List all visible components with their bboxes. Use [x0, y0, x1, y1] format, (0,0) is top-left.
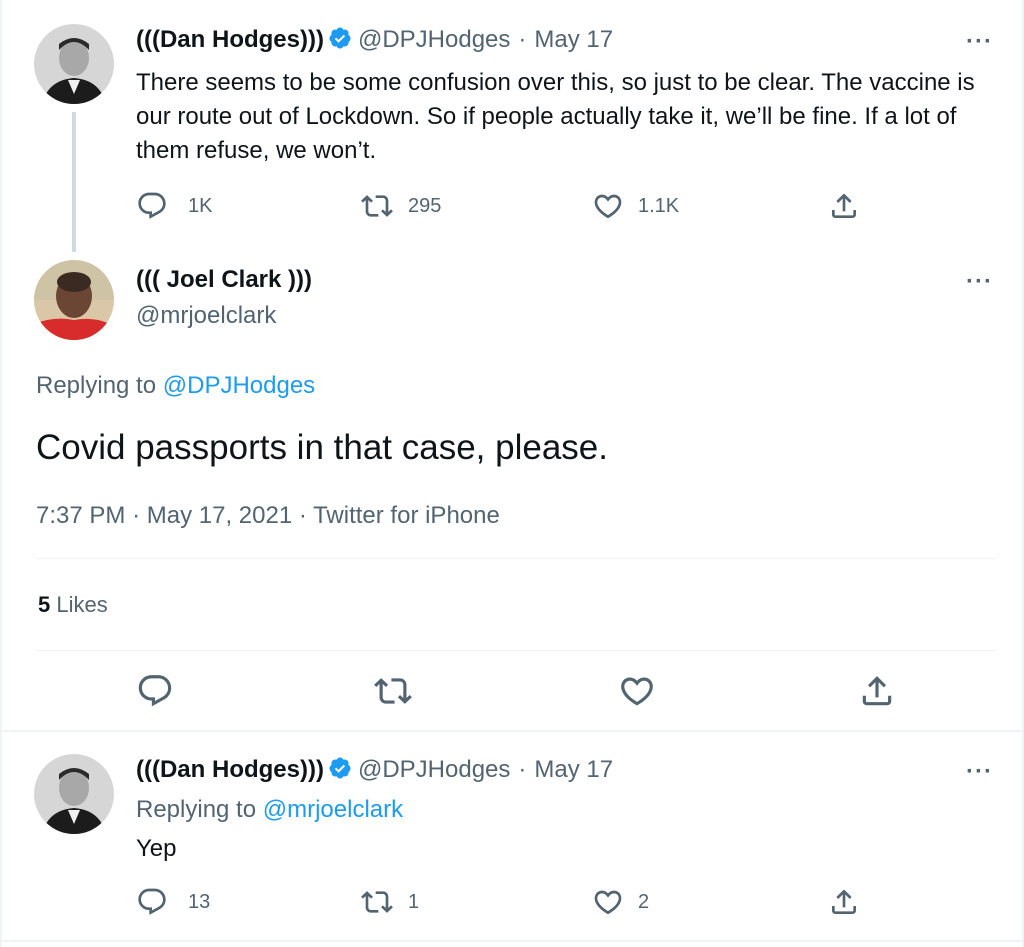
retweet-button[interactable]: 1 [360, 886, 419, 918]
author-name[interactable]: ((( Joel Clark ))) [136, 266, 312, 293]
like-button[interactable]: 2 [592, 886, 649, 918]
like-button[interactable] [618, 672, 656, 710]
like-count: 1.1K [638, 194, 680, 217]
likes-summary[interactable]: 5 Likes [38, 592, 108, 618]
author-handle[interactable]: @DPJHodges [358, 26, 510, 53]
reply-count: 13 [188, 890, 211, 913]
reply-icon [136, 886, 168, 918]
section-divider [2, 730, 1022, 732]
share-icon [858, 672, 896, 710]
likes-label: Likes [56, 592, 108, 617]
avatar[interactable] [34, 754, 114, 834]
tweet-date[interactable]: May 17 [534, 26, 613, 53]
tweet-date[interactable]: May 17, 2021 [147, 502, 292, 529]
tweet-source[interactable]: Twitter for iPhone [313, 502, 500, 529]
share-button[interactable] [828, 190, 860, 222]
reply-icon [136, 672, 174, 710]
replying-to-label: Replying to [136, 796, 257, 823]
avatar[interactable] [34, 260, 114, 340]
like-icon [592, 886, 624, 918]
divider [36, 558, 996, 559]
replying-to-link[interactable]: @DPJHodges [163, 372, 315, 399]
replying-to-link[interactable]: @mrjoelclark [263, 796, 403, 823]
reply-count: 1K [188, 194, 213, 217]
like-button[interactable]: 1.1K [592, 190, 679, 222]
replying-to-label: Replying to [36, 372, 157, 399]
tweet-text: There seems to be some confusion over th… [136, 69, 975, 164]
replying-to: Replying to @DPJHodges [36, 372, 315, 400]
author-handle[interactable]: @DPJHodges [358, 756, 510, 783]
like-icon [592, 190, 624, 222]
share-button[interactable] [858, 672, 896, 710]
reply-button[interactable]: 1K [136, 190, 212, 222]
tweet-meta: 7:37 PM · May 17, 2021 · Twitter for iPh… [36, 502, 500, 530]
retweet-icon [374, 672, 412, 710]
separator-dot: · [518, 756, 527, 783]
main-tweet-text: Covid passports in that case, please. [36, 428, 608, 467]
author-handle[interactable]: @mrjoelclark [136, 302, 276, 330]
like-icon [618, 672, 656, 710]
timeline: (((Dan Hodges))) @DPJHodges · May 17 ··· Th… [0, 0, 1024, 947]
section-divider [2, 940, 1022, 942]
share-icon [828, 886, 860, 918]
more-icon[interactable]: ··· [966, 28, 993, 56]
separator-dot: · [298, 502, 307, 529]
likes-total: 5 [38, 592, 51, 617]
more-icon[interactable]: ··· [966, 758, 993, 786]
verified-badge-icon [328, 26, 352, 55]
tweet-header: ((( Joel Clark ))) [136, 266, 312, 294]
verified-badge-icon [328, 756, 352, 785]
author-name[interactable]: (((Dan Hodges))) [136, 26, 324, 53]
tweet-header: (((Dan Hodges))) @DPJHodges · May 17 [136, 756, 613, 785]
reply-icon [136, 190, 168, 222]
tweet-date[interactable]: May 17 [534, 756, 613, 783]
retweet-count: 295 [408, 194, 442, 217]
retweet-button[interactable]: 295 [360, 190, 441, 222]
tweet-time[interactable]: 7:37 PM [36, 502, 125, 529]
retweet-button[interactable] [374, 672, 412, 710]
retweet-count: 1 [408, 890, 420, 913]
tweet-text: Yep [136, 835, 177, 862]
avatar[interactable] [34, 24, 114, 104]
retweet-icon [360, 190, 394, 222]
replying-to: Replying to @mrjoelclark [136, 796, 403, 824]
tweet-header: (((Dan Hodges))) @DPJHodges · May 17 [136, 26, 613, 55]
divider [36, 650, 996, 651]
share-button[interactable] [828, 886, 860, 918]
separator-dot: · [132, 502, 141, 529]
reply-button[interactable] [136, 672, 174, 710]
more-icon[interactable]: ··· [966, 268, 993, 296]
author-name[interactable]: (((Dan Hodges))) [136, 756, 324, 783]
like-count: 2 [638, 890, 650, 913]
reply-button[interactable]: 13 [136, 886, 210, 918]
share-icon [828, 190, 860, 222]
thread-line [72, 112, 76, 252]
retweet-icon [360, 886, 394, 918]
separator-dot: · [518, 26, 527, 53]
